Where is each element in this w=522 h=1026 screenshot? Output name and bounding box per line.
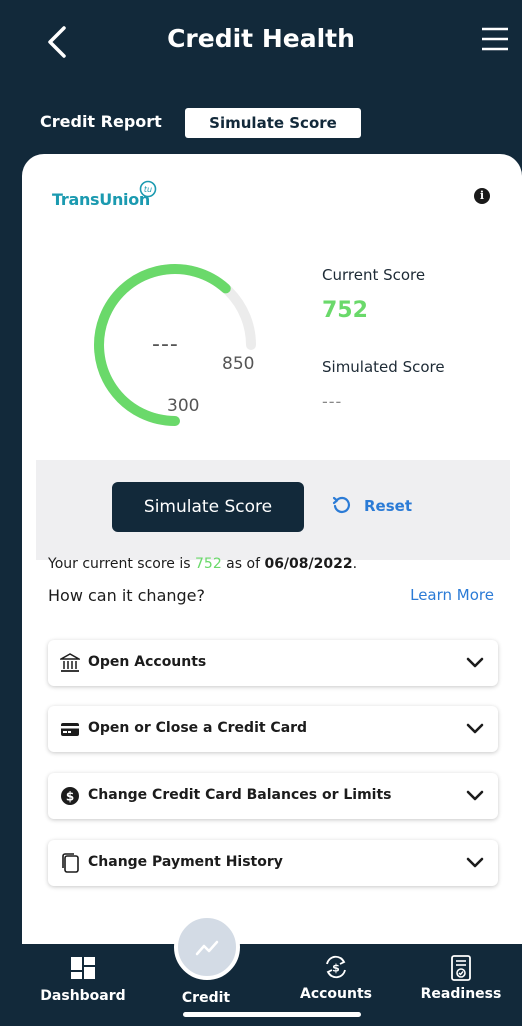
svg-text:$: $ bbox=[332, 962, 340, 975]
refresh-dollar-icon: $ bbox=[326, 955, 346, 979]
simulated-score-label: Simulated Score bbox=[322, 358, 445, 376]
simulate-score-button[interactable]: Simulate Score bbox=[112, 482, 304, 532]
svg-text:tu: tu bbox=[144, 185, 152, 194]
learn-more-link[interactable]: Learn More bbox=[410, 586, 494, 604]
nav-label: Accounts bbox=[299, 986, 372, 1002]
accordion-label: Open Accounts bbox=[88, 654, 207, 670]
simulate-action-bar: Simulate Score Reset bbox=[36, 460, 510, 560]
trend-icon bbox=[195, 940, 219, 956]
svg-text:$: $ bbox=[66, 790, 74, 804]
simulator-card: TransUnion tu i --- 850 300 Current Scor… bbox=[22, 154, 522, 944]
gauge-max-label: 850 bbox=[222, 354, 255, 374]
tab-credit-report[interactable]: Credit Report bbox=[40, 112, 162, 131]
current-score-label: Current Score bbox=[322, 266, 426, 284]
accordion-label: Open or Close a Credit Card bbox=[88, 720, 308, 736]
note-date: 06/08/2022 bbox=[264, 556, 353, 572]
nav-readiness[interactable]: Readiness bbox=[420, 954, 502, 1002]
chevron-down-icon bbox=[466, 857, 484, 868]
reset-label: Reset bbox=[364, 497, 412, 515]
chevron-down-icon bbox=[466, 657, 484, 668]
credit-card-icon bbox=[61, 723, 79, 736]
reset-icon bbox=[332, 496, 350, 513]
top-bar: Credit Health Credit Report Simulate Sco… bbox=[0, 0, 522, 160]
accordion-label: Change Payment History bbox=[88, 854, 283, 870]
tab-simulate-score[interactable]: Simulate Score bbox=[185, 108, 361, 138]
nav-accounts[interactable]: $ Accounts bbox=[296, 954, 376, 1002]
score-date-note: Your current score is 752 as of 06/08/20… bbox=[48, 556, 358, 572]
chevron-down-icon bbox=[466, 723, 484, 734]
accordion-open-accounts[interactable]: Open Accounts bbox=[48, 640, 498, 686]
page-title: Credit Health bbox=[167, 24, 355, 53]
chevron-down-icon bbox=[466, 790, 484, 801]
hamburger-icon[interactable] bbox=[480, 24, 510, 54]
reset-button[interactable]: Reset bbox=[332, 494, 412, 518]
note-score: 752 bbox=[195, 556, 222, 572]
tab-bar: Credit Report Simulate Score bbox=[40, 108, 490, 138]
info-icon[interactable]: i bbox=[474, 188, 490, 204]
dollar-icon: $ bbox=[61, 787, 79, 805]
documents-icon bbox=[62, 853, 79, 873]
accordion-label: Change Credit Card Balances or Limits bbox=[88, 787, 392, 803]
bank-icon bbox=[60, 653, 80, 672]
nav-label: Credit bbox=[181, 990, 231, 1006]
nav-credit[interactable]: Credit bbox=[166, 990, 246, 1006]
gauge-min-label: 300 bbox=[167, 396, 200, 416]
checklist-icon bbox=[451, 955, 471, 981]
dashboard-icon bbox=[71, 957, 95, 979]
gauge-simulated-value: --- bbox=[152, 332, 179, 357]
simulated-score-value: --- bbox=[322, 392, 343, 411]
nav-label: Dashboard bbox=[40, 988, 126, 1004]
transunion-badge-icon: tu bbox=[139, 180, 157, 198]
nav-dashboard[interactable]: Dashboard bbox=[38, 956, 128, 1004]
accordion-balances-limits[interactable]: $ Change Credit Card Balances or Limits bbox=[48, 773, 498, 819]
accordion-payment-history[interactable]: Change Payment History bbox=[48, 840, 498, 886]
credit-nav-active-circle[interactable] bbox=[174, 914, 240, 980]
accordion-credit-card[interactable]: Open or Close a Credit Card bbox=[48, 706, 498, 752]
current-score-value: 752 bbox=[322, 298, 368, 323]
how-can-it-change: How can it change? bbox=[48, 586, 205, 605]
nav-label: Readiness bbox=[420, 986, 502, 1002]
home-indicator bbox=[183, 1012, 361, 1017]
